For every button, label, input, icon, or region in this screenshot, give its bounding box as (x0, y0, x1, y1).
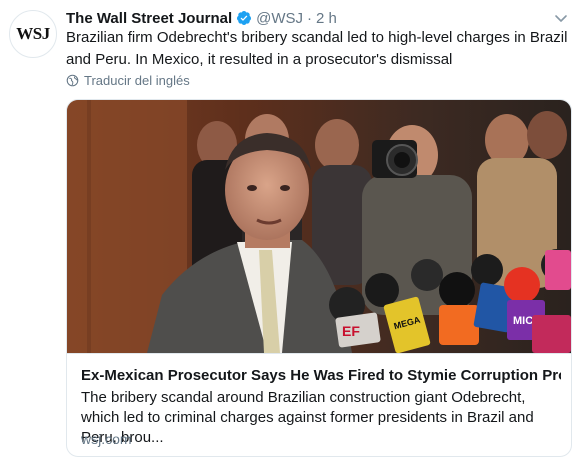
card-domain: wsj.com (81, 431, 132, 447)
tweet[interactable]: WSJ The Wall Street Journal @WSJ · 2 h B… (0, 0, 581, 470)
globe-icon (66, 74, 79, 87)
avatar-logo-text: WSJ (16, 24, 50, 43)
card-photo: EF MEGA MIC (67, 100, 571, 353)
tweet-header: The Wall Street Journal @WSJ · 2 h (66, 8, 337, 28)
separator-dot: · (307, 9, 313, 27)
translate-label: Traducir del inglés (84, 73, 190, 88)
avatar[interactable]: WSJ (9, 10, 57, 58)
author-name[interactable]: The Wall Street Journal (66, 10, 232, 27)
card-image[interactable]: EF MEGA MIC (67, 100, 571, 353)
card-title: Ex-Mexican Prosecutor Says He Was Fired … (81, 367, 561, 384)
translate-link[interactable]: Traducir del inglés (66, 73, 190, 88)
card-body[interactable]: Ex-Mexican Prosecutor Says He Was Fired … (67, 353, 571, 456)
author-handle[interactable]: @WSJ (256, 10, 303, 27)
tweet-timestamp[interactable]: 2 h (316, 10, 337, 27)
mic-label-3: MIC (513, 315, 533, 327)
card-description: The bribery scandal around Brazilian con… (81, 389, 534, 446)
mic-label-1: EF (342, 323, 360, 339)
link-card[interactable]: EF MEGA MIC Ex-Mexican Prosecutor Says H… (66, 99, 572, 457)
tweet-text: Brazilian firm Odebrecht's bribery scand… (66, 29, 568, 68)
verified-badge-icon (237, 11, 252, 25)
chevron-down-icon[interactable] (553, 10, 569, 26)
